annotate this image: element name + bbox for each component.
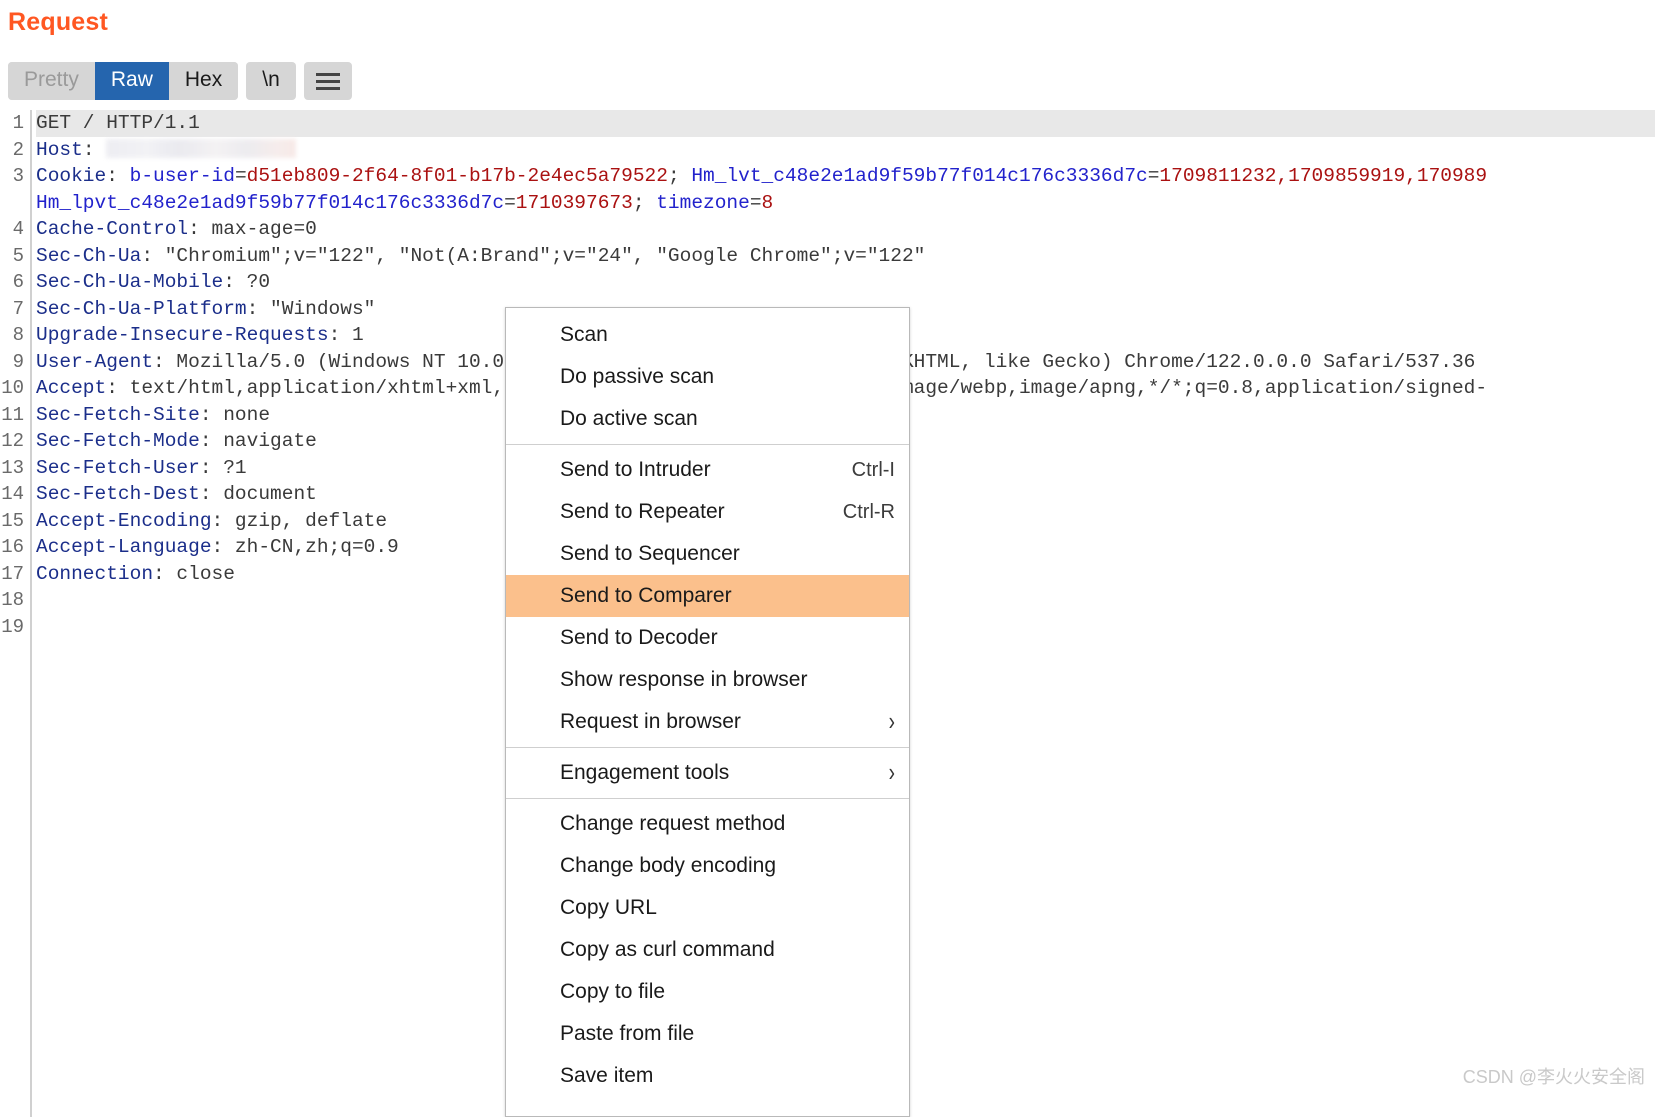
line-number: 7 <box>12 297 24 320</box>
line-number-gutter: 1 2 3 4 5 6 7 8 9 10 11 12 13 14 15 16 17 18 19 <box>0 110 32 1117</box>
menu-item-scan[interactable]: Scan <box>506 314 909 356</box>
code-line: GET / HTTP/1.1 <box>36 110 1655 137</box>
menu-item-show-response-in-browser[interactable]: Show response in browser <box>506 659 909 701</box>
menu-item-label: Engagement tools <box>560 761 730 784</box>
chevron-right-icon: › <box>888 758 895 788</box>
menu-item-do-active-scan[interactable]: Do active scan <box>506 398 909 440</box>
line-number: 11 <box>1 403 24 426</box>
menu-separator <box>506 747 909 748</box>
menu-separator <box>506 444 909 445</box>
line-number: 17 <box>1 562 24 585</box>
line-number: 15 <box>1 509 24 532</box>
menu-item-send-to-intruder[interactable]: Send to Intruder Ctrl-I <box>506 449 909 491</box>
menu-item-engagement-tools[interactable]: Engagement tools › <box>506 752 909 794</box>
code-line: Cache-Control: max-age=0 <box>36 218 317 240</box>
menu-item-label: Show response in browser <box>560 668 808 691</box>
menu-item-label: Scan <box>560 323 608 346</box>
line-number: 1 <box>12 112 24 134</box>
view-mode-group: Pretty Raw Hex <box>8 62 239 100</box>
menu-item-copy-as-curl-command[interactable]: Copy as curl command <box>506 929 909 971</box>
line-number: 16 <box>1 536 24 558</box>
menu-item-label: Copy URL <box>560 896 657 919</box>
code-line: Sec-Ch-Ua-Mobile: ?0 <box>36 271 271 293</box>
menu-item-change-body-encoding[interactable]: Change body encoding <box>506 845 909 887</box>
menu-item-shortcut: Ctrl-R <box>842 500 895 523</box>
menu-item-label: Change body encoding <box>560 854 777 877</box>
menu-item-send-to-sequencer[interactable]: Send to Sequencer <box>506 533 909 575</box>
menu-item-label: Copy to file <box>560 980 666 1003</box>
code-line: Cookie: b-user-id=d51eb809-2f64-8f01-b17… <box>36 165 1488 187</box>
newline-toggle-button[interactable]: \n <box>246 62 296 100</box>
menu-item-send-to-decoder[interactable]: Send to Decoder <box>506 617 909 659</box>
line-number: 14 <box>1 483 24 505</box>
hamburger-icon[interactable] <box>303 62 352 100</box>
menu-item-label: Send to Comparer <box>560 584 732 607</box>
menu-item-label: Do passive scan <box>560 365 715 388</box>
redacted-host <box>106 138 297 158</box>
code-line: Host: <box>36 137 1655 164</box>
line-number: 13 <box>1 456 24 479</box>
tab-raw[interactable]: Raw <box>94 62 169 100</box>
chevron-right-icon: › <box>888 707 895 737</box>
line-number: 3 <box>12 165 24 187</box>
menu-item-label: Change request method <box>560 812 786 835</box>
line-number: 6 <box>12 271 24 293</box>
menu-item-shortcut: Ctrl-I <box>851 458 895 481</box>
line-number: 18 <box>1 589 24 611</box>
code-line: Sec-Ch-Ua: "Chromium";v="122", "Not(A:Br… <box>36 244 926 267</box>
menu-separator <box>506 798 909 799</box>
menu-item-change-request-method[interactable]: Change request method <box>506 803 909 845</box>
context-menu[interactable]: Scan Do passive scan Do active scan Send to… <box>505 307 910 1117</box>
line-number: 10 <box>1 377 24 399</box>
menu-item-label: Send to Repeater <box>560 500 725 523</box>
menu-item-label: Request in browser <box>560 710 741 733</box>
menu-item-send-to-comparer[interactable]: Send to Comparer <box>506 575 909 617</box>
watermark: CSDN @李火火安全阁 <box>1462 1067 1645 1087</box>
menu-item-request-in-browser[interactable]: Request in browser › <box>506 701 909 743</box>
menu-item-label: Do active scan <box>560 407 698 430</box>
line-number: 2 <box>12 138 24 161</box>
line-number: 19 <box>1 615 24 638</box>
line-number: 9 <box>12 350 24 373</box>
menu-item-save-item[interactable]: Save item <box>506 1055 909 1097</box>
view-toolbar: Pretty Raw Hex \n <box>8 62 352 100</box>
menu-item-label: Copy as curl command <box>560 938 775 961</box>
menu-item-paste-from-file[interactable]: Paste from file <box>506 1013 909 1055</box>
hamburger-bar <box>315 72 340 76</box>
menu-item-send-to-repeater[interactable]: Send to Repeater Ctrl-R <box>506 491 909 533</box>
code-line-wrapped: Hm_lpvt_c48e2e1ad9f59b77f014c176c3336d7c… <box>36 191 774 214</box>
page-title: Request <box>8 8 109 36</box>
tab-pretty[interactable]: Pretty <box>8 62 95 100</box>
tab-hex[interactable]: Hex <box>168 62 239 100</box>
hamburger-bar <box>315 86 340 90</box>
menu-item-label: Save item <box>560 1064 654 1087</box>
menu-item-copy-url[interactable]: Copy URL <box>506 887 909 929</box>
menu-item-label: Paste from file <box>560 1022 695 1045</box>
menu-item-label: Send to Decoder <box>560 626 718 649</box>
line-number: 12 <box>1 430 24 452</box>
hamburger-bar <box>315 79 340 83</box>
line-number: 4 <box>12 218 24 240</box>
line-number: 8 <box>12 324 24 346</box>
line-number: 5 <box>12 244 24 267</box>
menu-item-copy-to-file[interactable]: Copy to file <box>506 971 909 1013</box>
menu-item-label: Send to Sequencer <box>560 542 740 565</box>
menu-item-do-passive-scan[interactable]: Do passive scan <box>506 356 909 398</box>
menu-item-label: Send to Intruder <box>560 458 711 481</box>
